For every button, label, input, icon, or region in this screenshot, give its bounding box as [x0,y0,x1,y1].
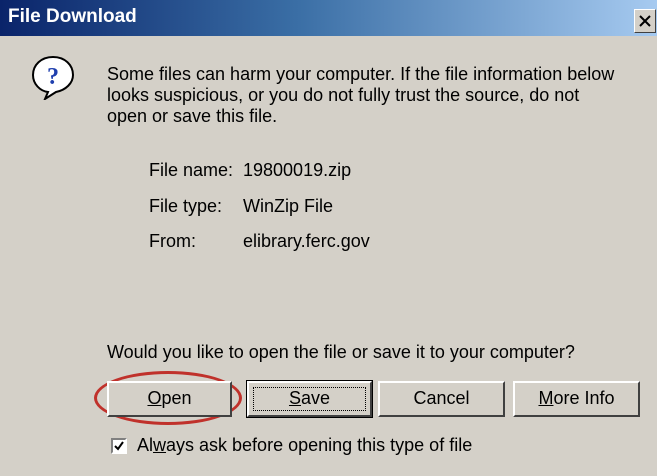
close-icon [639,15,651,27]
focus-rectangle [253,387,366,411]
save-button[interactable]: Save [246,380,373,418]
always-ask-label[interactable]: Always ask before opening this type of f… [137,435,472,456]
checkmark-icon [114,441,124,451]
cancel-button[interactable]: Cancel [378,381,505,417]
checkbox-label-start: Al [137,435,154,455]
prompt-question: Would you like to open the file or save … [107,342,575,362]
warning-message: Some files can harm your computer. If th… [107,64,615,126]
svg-text:?: ? [47,64,59,90]
close-button[interactable] [634,9,656,33]
question-help-icon: ? [31,55,75,100]
open-button-mnemonic: O [147,388,162,408]
checkbox-label-mnemonic: w [153,435,167,455]
file-name-label: File name: [149,160,234,180]
more-info-button[interactable]: More Info [513,381,640,417]
window-title: File Download [8,6,137,27]
more-info-button-mnemonic: M [538,388,554,408]
file-type-label: File type: [149,196,223,216]
more-info-button-label: ore Info [553,388,615,408]
cancel-button-label: Cancel [413,388,470,408]
file-type-value: WinZip File [243,196,334,216]
dialog-body: ? Some files can harm your computer. If … [0,36,657,476]
file-download-dialog: File Download ? Some files can harm your… [0,0,657,476]
file-name-value: 19800019.zip [243,160,352,180]
title-bar[interactable]: File Download [0,0,657,36]
always-ask-checkbox[interactable] [111,438,127,454]
checkbox-label-end: ays ask before opening this type of file [166,435,473,455]
from-label: From: [149,231,196,251]
open-button[interactable]: Open [107,381,232,417]
from-value: elibrary.ferc.gov [243,231,370,251]
open-button-label: pen [161,388,192,408]
